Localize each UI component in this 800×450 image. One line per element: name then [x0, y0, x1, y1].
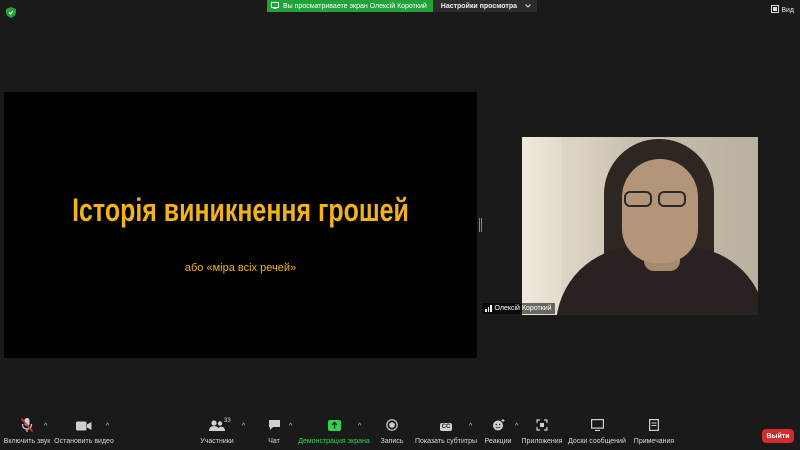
share-status: Вы просматриваете экран Олексій Короткий: [267, 0, 433, 12]
notes-button[interactable]: Примечания: [614, 418, 694, 445]
notes-icon: [649, 418, 660, 436]
view-button[interactable]: Вид: [771, 5, 794, 15]
record-label: Запись: [380, 438, 404, 445]
mic-muted-icon: [20, 417, 34, 438]
participant-name: Олексій Короткий: [494, 305, 552, 312]
meeting-toolbar: Включить звук ^ Остановить видео ^ 33 Уч…: [0, 417, 800, 450]
apps-icon: [536, 418, 548, 436]
chevron-down-icon: [525, 3, 531, 10]
stop-video-label: Остановить видео: [54, 438, 114, 445]
participant-name-label: Олексій Короткий: [482, 303, 555, 314]
signal-bars-icon: [485, 305, 492, 312]
view-settings-button[interactable]: Настройки просмотра: [432, 0, 538, 12]
video-camera-icon: [76, 418, 92, 436]
record-icon: [386, 418, 398, 436]
shield-icon[interactable]: [6, 5, 16, 18]
resize-splitter[interactable]: [479, 218, 482, 232]
share-screen-small-icon: [271, 1, 279, 11]
share-screen-icon: [327, 418, 341, 436]
view-icon: [771, 5, 780, 15]
stop-video-button[interactable]: Остановить видео: [44, 418, 124, 445]
participant-video[interactable]: [522, 137, 758, 315]
whiteboard-icon: [590, 418, 604, 436]
video-options-caret[interactable]: ^: [106, 423, 109, 430]
leave-button[interactable]: Выйти: [762, 429, 794, 443]
share-banner-text: Вы просматриваете экран Олексій Короткий: [283, 2, 427, 10]
participants-count: 33: [224, 418, 231, 424]
chat-label: Чат: [268, 438, 280, 445]
chat-options-caret[interactable]: ^: [289, 423, 292, 430]
chat-icon: [268, 418, 281, 436]
participants-icon: [209, 418, 225, 436]
slide-subtitle: або «міра всіх речей»: [184, 262, 297, 274]
view-label: Вид: [781, 6, 794, 14]
view-settings-label: Настройки просмотра: [440, 2, 518, 10]
participants-label: Участники: [200, 438, 234, 445]
captions-icon: CC: [439, 423, 453, 431]
shared-screen: Історія виникнення грошей або «міра всіх…: [4, 92, 477, 358]
zoom-meeting-window: Вы просматриваете экран Олексій Короткий…: [0, 0, 800, 450]
screen-share-banner: Вы просматриваете экран Олексій Короткий…: [267, 0, 538, 12]
notes-label: Примечания: [633, 438, 675, 445]
slide-title: Історія виникнення грошей: [72, 192, 409, 228]
